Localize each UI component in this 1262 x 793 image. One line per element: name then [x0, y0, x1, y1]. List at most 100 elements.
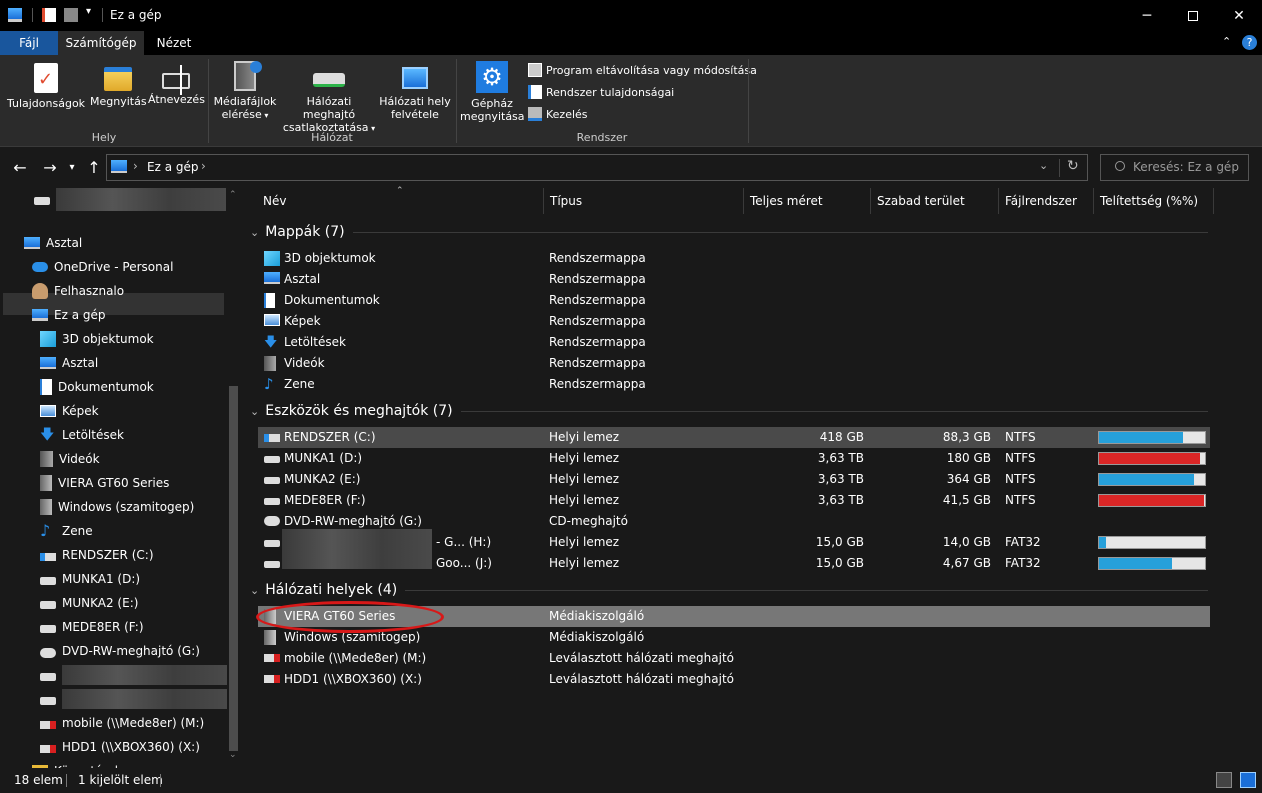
list-item[interactable]: Asztal Rendszermappa [258, 269, 1210, 290]
document-icon [40, 379, 52, 395]
cell-free: 4,67 GB [942, 556, 991, 570]
sidebar-item[interactable]: Ez a gép [32, 304, 105, 326]
sidebar-item[interactable]: Asztal [40, 352, 98, 374]
list-item[interactable]: - G... (H:) Helyi lemez 15,0 GB 14,0 GB FAT3… [258, 529, 1210, 569]
list-item[interactable]: Dokumentumok Rendszermappa [258, 290, 1210, 311]
column-header-free[interactable]: Szabad terület [871, 188, 999, 214]
list-item[interactable]: MUNKA2 (E:) Helyi lemez 3,63 TB 364 GB NTFS [258, 469, 1210, 490]
list-item[interactable]: RENDSZER (C:) Helyi lemez 418 GB 88,3 GB NTF… [258, 427, 1210, 448]
back-button[interactable]: ← [8, 156, 32, 180]
sidebar-item[interactable] [40, 664, 230, 686]
up-button[interactable]: ↑ [82, 156, 106, 180]
column-header-percent-full[interactable]: Telítettség (%%) [1094, 188, 1214, 214]
group-header-drives[interactable]: ⌄ Eszközök és meghajtók (7) [250, 400, 1208, 422]
sidebar-item-label: Dokumentumok [58, 380, 154, 394]
sidebar-item[interactable]: MUNKA2 (E:) [40, 592, 138, 614]
sidebar-item[interactable] [40, 688, 230, 710]
list-item[interactable]: HDD1 (\\XBOX360) (X:) Leválasztott hálóza… [258, 669, 1210, 690]
sidebar-item[interactable]: mobile (\\Mede8er) (M:) [40, 712, 204, 734]
collapse-ribbon-icon[interactable]: ⌃ [1222, 35, 1231, 48]
drive-icon [264, 456, 280, 463]
cell-free: 180 GB [946, 451, 991, 465]
sidebar-scroll-thumb[interactable] [229, 386, 238, 751]
properties-button[interactable]: ✓ Tulajdonságok [6, 63, 86, 110]
cell-name: Letöltések [284, 335, 346, 349]
sidebar-item[interactable]: ♪ Zene [40, 520, 93, 542]
add-network-location-button[interactable]: Hálózati hely felvétele [378, 61, 452, 121]
sidebar-item[interactable]: Dokumentumok [40, 376, 154, 398]
drive-icon [40, 697, 56, 705]
rename-button[interactable]: Átnevezés [148, 63, 205, 106]
sidebar-item[interactable]: 3D objektumok [40, 328, 154, 350]
list-item[interactable]: ♪ Zene Rendszermappa [258, 374, 1210, 395]
column-header-type[interactable]: Típus [544, 188, 744, 214]
sidebar-item[interactable]: Könyvtárak [32, 760, 122, 768]
tab-file[interactable]: Fájl [0, 31, 58, 55]
usage-bar-fill [1099, 495, 1204, 506]
scroll-down-icon[interactable]: ⌄ [229, 750, 237, 760]
maximize-icon [1188, 10, 1198, 21]
column-header-name[interactable]: Név [257, 188, 544, 214]
column-header-filesystem[interactable]: Fájlrendszer [999, 188, 1094, 214]
breadcrumb-separator-icon[interactable]: › [201, 159, 206, 173]
chevron-down-icon[interactable]: ⌄ [250, 226, 259, 239]
system-properties-button[interactable]: Rendszer tulajdonságai [528, 85, 674, 99]
search-input[interactable]: Keresés: Ez a gép [1100, 154, 1249, 181]
sidebar-item[interactable]: 🡇 Letöltések [40, 424, 124, 446]
status-bar: 18 elem 1 kijelölt elem [0, 768, 1262, 793]
list-item[interactable]: MEDE8ER (F:) Helyi lemez 3,63 TB 41,5 GB NTF… [258, 490, 1210, 511]
cell-type: Rendszermappa [549, 293, 646, 307]
sidebar-item[interactable]: Képek [40, 400, 99, 422]
details-view-icon[interactable] [1216, 772, 1232, 788]
sidebar-item[interactable]: Videók [40, 448, 100, 470]
sidebar-item[interactable] [34, 188, 226, 211]
open-button[interactable]: Megnyitás [90, 63, 147, 108]
list-item[interactable]: Goo... (J:) Helyi lemez 15,0 GB 4,67 GB FAT3… [258, 553, 1210, 574]
media-access-button[interactable]: Médiafájlok elérése ▾ [212, 61, 278, 122]
chevron-down-icon[interactable]: ⌄ [250, 405, 259, 418]
list-item[interactable]: MUNKA1 (D:) Helyi lemez 3,63 TB 180 GB NTFS [258, 448, 1210, 469]
scroll-up-icon[interactable]: ⌃ [229, 190, 237, 200]
sidebar-item[interactable]: OneDrive - Personal [32, 256, 173, 278]
address-bar[interactable]: › Ez a gép › ⌄ ↻ [106, 154, 1088, 181]
quick-access-dropdown-icon[interactable]: ▾ [86, 6, 91, 17]
chevron-down-icon[interactable]: ⌄ [250, 584, 259, 597]
sidebar-item[interactable]: VIERA GT60 Series [40, 472, 169, 494]
sidebar-item[interactable]: Asztal [24, 232, 82, 254]
sidebar-item[interactable]: Windows (szamitogep) [40, 496, 194, 518]
forward-button[interactable]: → [38, 156, 62, 180]
large-icons-view-icon[interactable] [1240, 772, 1256, 788]
list-item[interactable]: mobile (\\Mede8er) (M:) Leválasztott háló… [258, 648, 1210, 669]
tab-view[interactable]: Nézet [144, 31, 204, 55]
sidebar-item[interactable]: RENDSZER (C:) [40, 544, 154, 566]
list-item[interactable]: Videók Rendszermappa [258, 353, 1210, 374]
group-header-folders[interactable]: ⌄ Mappák (7) [250, 221, 1208, 243]
recent-locations-button[interactable]: ▾ [60, 156, 84, 180]
minimize-button[interactable]: ─ [1124, 0, 1170, 31]
column-header-total[interactable]: Teljes méret [744, 188, 871, 214]
list-item[interactable]: Képek Rendszermappa [258, 311, 1210, 332]
cell-total: 3,63 TB [817, 493, 864, 507]
close-button[interactable]: ✕ [1216, 0, 1262, 31]
refresh-icon[interactable]: ↻ [1067, 158, 1079, 174]
list-item[interactable]: 🡇 Letöltések Rendszermappa [258, 332, 1210, 353]
maximize-button[interactable] [1170, 0, 1216, 31]
properties-quick-icon[interactable] [42, 8, 56, 22]
new-folder-quick-icon[interactable] [64, 8, 78, 22]
uninstall-program-button[interactable]: Program eltávolítása vagy módosítása [528, 63, 757, 77]
computer-icon [8, 8, 22, 22]
sidebar-item[interactable]: MUNKA1 (D:) [40, 568, 140, 590]
open-settings-button[interactable]: ⚙ Gépház megnyitása [460, 61, 525, 123]
sidebar-item[interactable]: Felhasznalo [32, 280, 124, 302]
breadcrumb-ez-a-gep[interactable]: Ez a gép [147, 160, 198, 174]
address-dropdown-icon[interactable]: ⌄ [1039, 159, 1048, 172]
manage-button[interactable]: Kezelés [528, 107, 588, 121]
sidebar-item[interactable]: DVD-RW-meghajtó (G:) [40, 640, 200, 662]
help-icon[interactable]: ? [1242, 35, 1257, 50]
tab-computer[interactable]: Számítógép [58, 31, 144, 55]
group-header-network[interactable]: ⌄ Hálózati helyek (4) [250, 579, 1208, 601]
map-network-drive-button[interactable]: Hálózati meghajtó csatlakoztatása ▾ [280, 61, 378, 135]
sidebar-item[interactable]: MEDE8ER (F:) [40, 616, 144, 638]
sidebar-item[interactable]: HDD1 (\\XBOX360) (X:) [40, 736, 200, 758]
list-item[interactable]: 3D objektumok Rendszermappa [258, 248, 1210, 269]
